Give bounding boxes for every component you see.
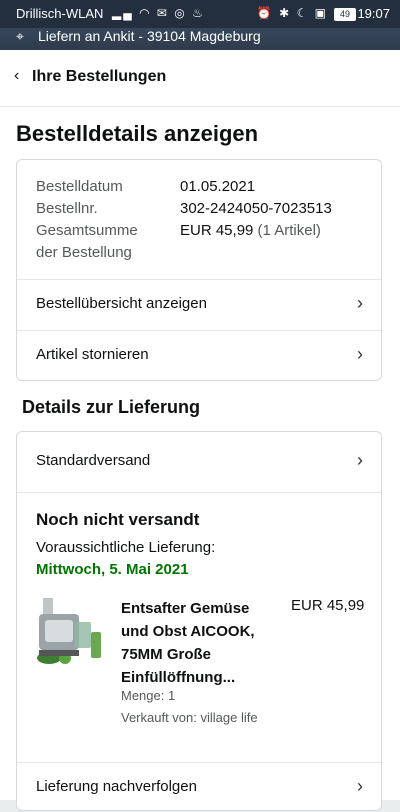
order-total-amount: EUR 45,99 — [180, 222, 254, 239]
expected-delivery-date: Mittwoch, 5. Mai 2021 — [36, 561, 189, 578]
product-title-line: und Obst AICOOK, — [121, 623, 255, 640]
order-info-card: Bestelldatum 01.05.2021 Bestellnr. 302-2… — [16, 159, 382, 381]
chevron-right-icon: › — [357, 344, 363, 364]
order-date-value: 01.05.2021 — [180, 178, 256, 195]
order-total-label-line2: der Bestellung — [36, 244, 132, 261]
main-content: Bestelldetails anzeigen Bestelldatum 01.… — [0, 107, 400, 811]
breadcrumb[interactable]: ‹ Ihre Bestellungen — [0, 50, 400, 107]
product-price: EUR 45,99 — [291, 597, 365, 614]
order-total-value: EUR 45,99 (1 Artikel) — [180, 221, 321, 241]
view-order-summary-row[interactable]: Bestellübersicht anzeigen › — [17, 279, 381, 329]
divider — [17, 492, 381, 493]
delivery-section-title: Details zur Lieferung — [22, 397, 201, 417]
order-number-value: 302-2424050-7023513 — [180, 200, 332, 217]
product-seller: Verkauft von: village life — [121, 710, 258, 725]
delivery-card: Standardversand › Noch nicht versandt Vo… — [16, 431, 382, 811]
product-quantity: Menge: 1 — [121, 688, 176, 703]
chevron-left-icon: ‹ — [14, 67, 20, 84]
product-title-line: Entsafter Gemüse — [121, 600, 250, 617]
page-title: Bestelldetails anzeigen — [16, 121, 259, 146]
track-delivery-label: Lieferung nachverfolgen — [36, 778, 197, 795]
chevron-right-icon: › — [357, 776, 363, 796]
cancel-items-label: Artikel stornieren — [36, 346, 149, 363]
shipment-status: Noch nicht versandt — [36, 510, 200, 529]
product-title-line: Einfüllöffnung... — [121, 669, 236, 686]
expected-delivery-label: Voraussichtliche Lieferung: — [36, 539, 216, 556]
status-bar: Drillisch-WLAN ▂▄ ◠ ✉ ◎ ♨ ⏰ ✱ ☾ ▣ 49 19:… — [0, 0, 400, 28]
shipping-method-row[interactable]: Standardversand › — [17, 437, 381, 487]
signal-icons: ▂▄ ◠ ✉ ◎ ♨ — [112, 6, 205, 20]
chevron-right-icon: › — [357, 450, 363, 470]
breadcrumb-orders-link[interactable]: Ihre Bestellungen — [32, 68, 166, 86]
juicer-image-icon — [37, 598, 101, 664]
order-total-label-line1: Gesamtsumme — [36, 222, 138, 239]
order-total-items: (1 Artikel) — [257, 222, 321, 239]
delivery-location-text: Liefern an Ankit - 39104 Magdeburg — [38, 28, 261, 44]
battery-icon: 49 — [334, 8, 356, 21]
clock: 19:07 — [357, 6, 390, 21]
track-delivery-row[interactable]: Lieferung nachverfolgen › — [17, 762, 381, 812]
product-title-line: 75MM Große — [121, 646, 212, 663]
cancel-items-row[interactable]: Artikel stornieren › — [17, 330, 381, 380]
order-number-label: Bestellnr. — [36, 200, 98, 217]
carrier-name: Drillisch-WLAN — [16, 6, 104, 21]
location-pin-icon: ⌖ — [16, 28, 24, 44]
view-order-summary-label: Bestellübersicht anzeigen — [36, 295, 207, 312]
product-title-link[interactable]: Entsafter Gemüse und Obst AICOOK, 75MM G… — [121, 597, 281, 689]
product-image[interactable] — [35, 592, 105, 666]
system-icons: ⏰ ✱ ☾ ▣ — [256, 6, 328, 20]
shipping-method-label: Standardversand — [36, 452, 151, 469]
order-date-label: Bestelldatum — [36, 178, 123, 195]
delivery-location-bar[interactable]: ⌖ Liefern an Ankit - 39104 Magdeburg — [0, 28, 400, 50]
chevron-right-icon: › — [357, 293, 363, 313]
